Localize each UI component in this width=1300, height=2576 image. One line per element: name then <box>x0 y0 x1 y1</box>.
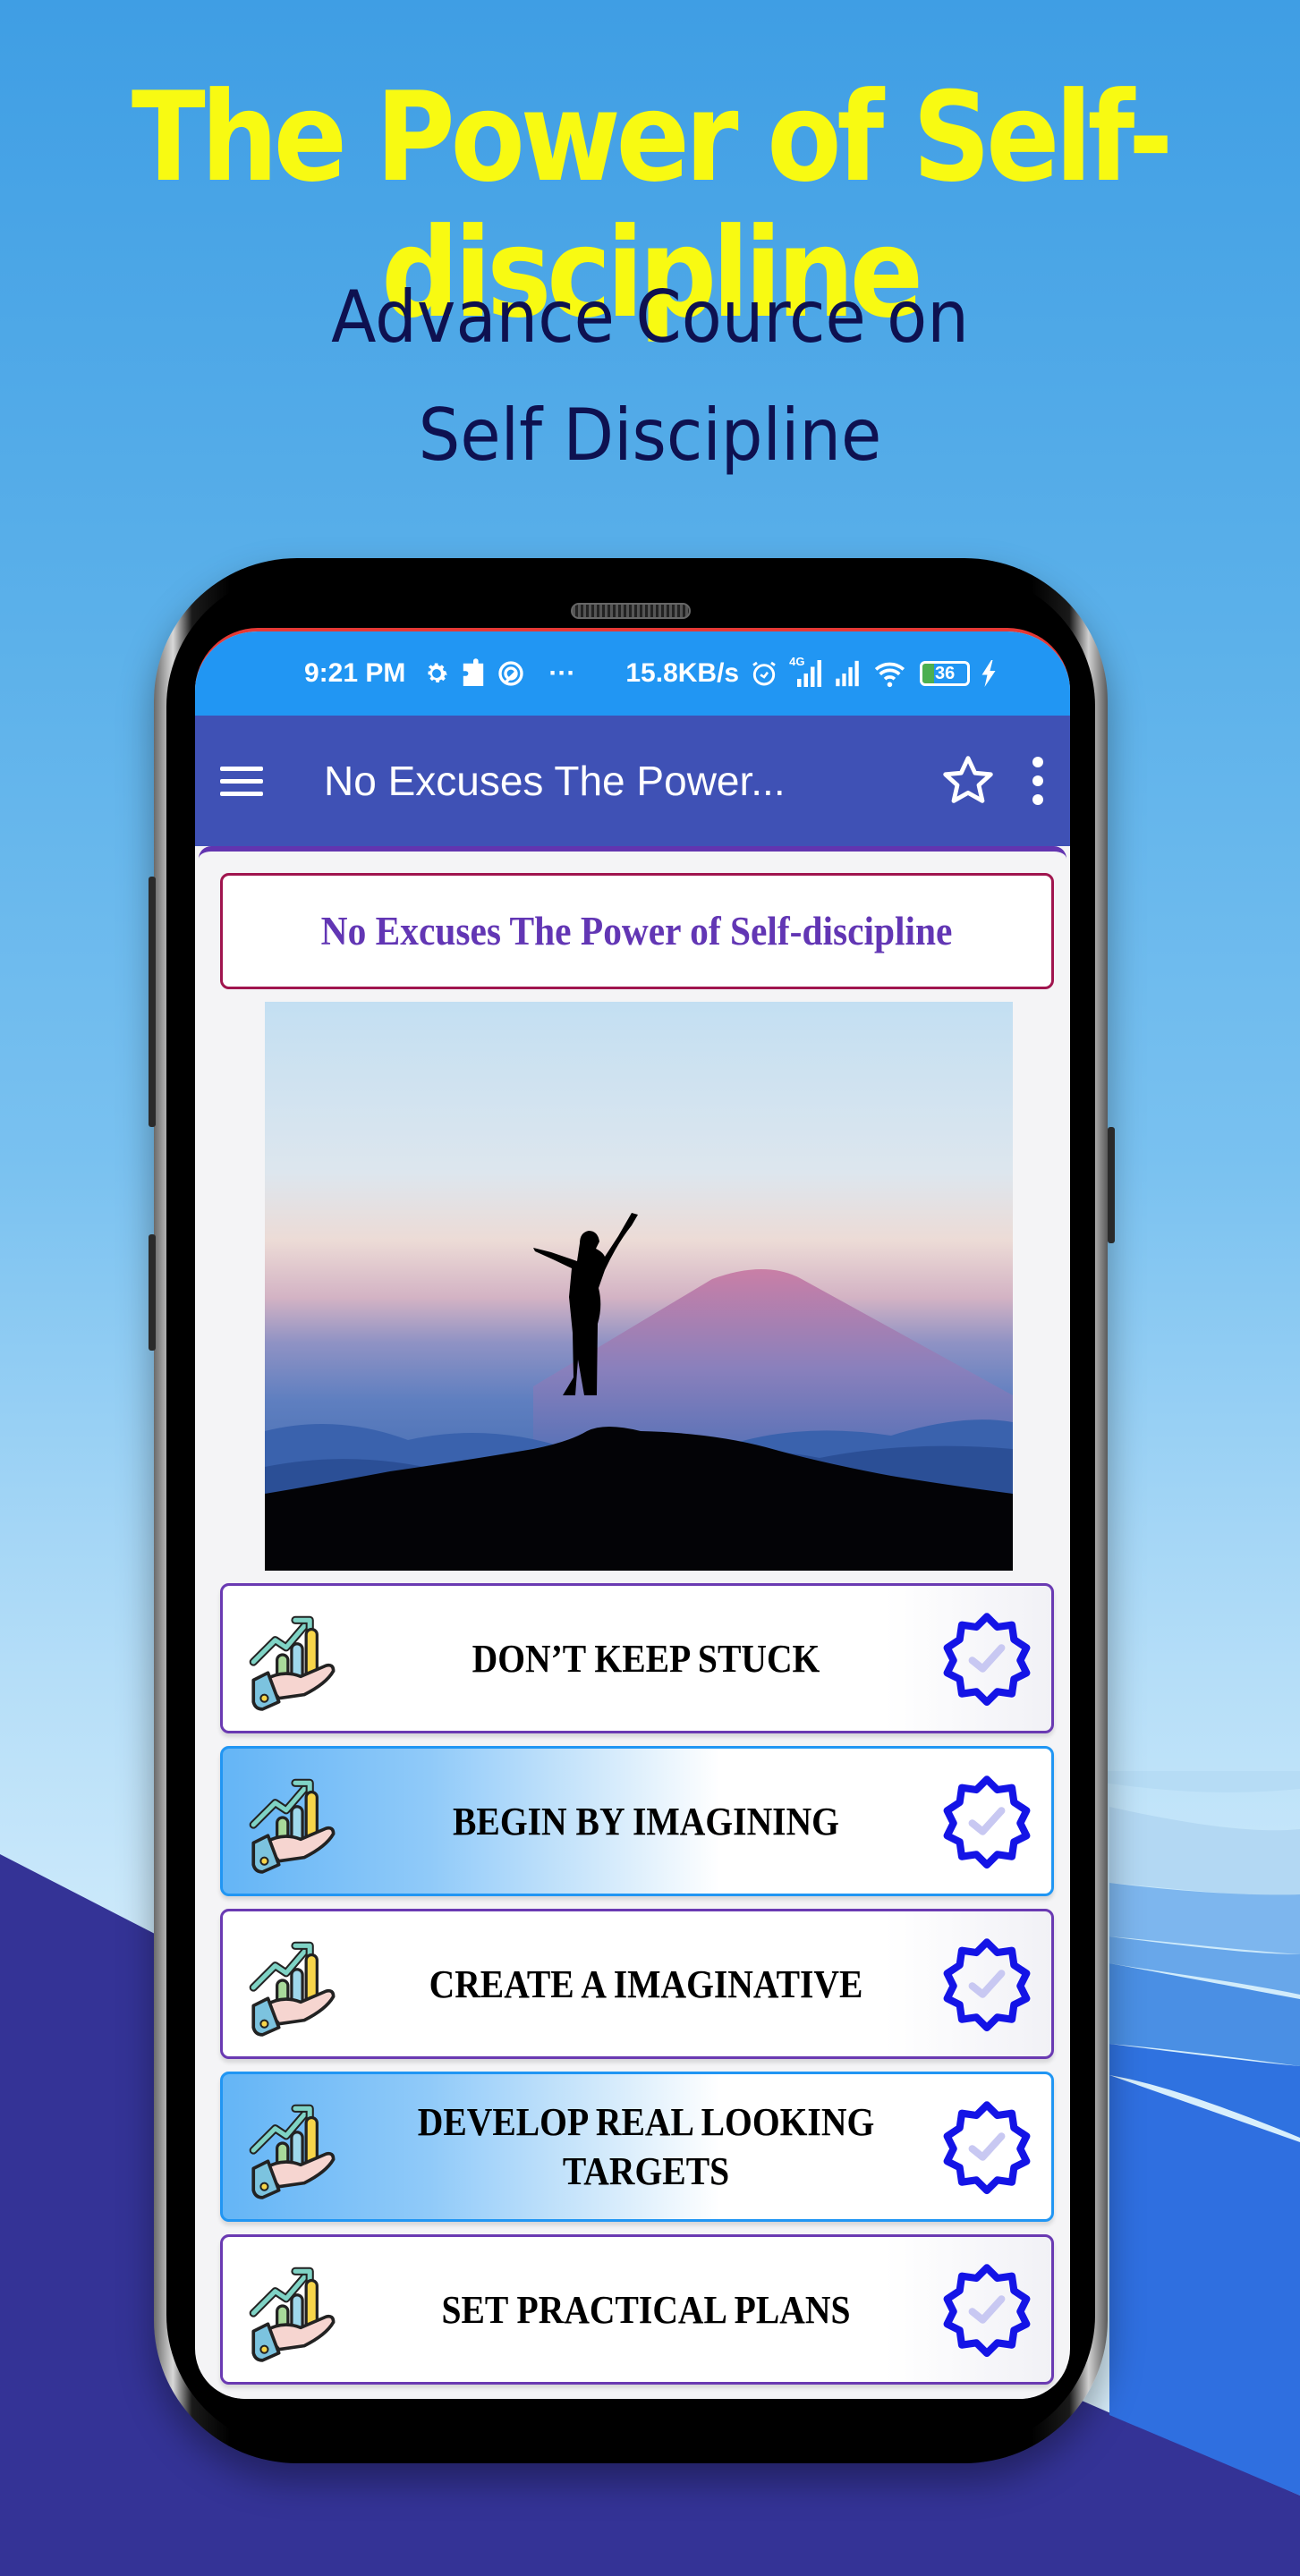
chapter-title: DEVELOP REAL LOOKING TARGETS <box>417 2100 875 2193</box>
hamburger-icon[interactable] <box>220 750 283 812</box>
earpiece-speaker <box>571 603 691 619</box>
verified-badge-icon <box>943 1613 1031 1707</box>
promo-subtitle-line2: Self Discipline <box>418 394 882 477</box>
status-time: 9:21 PM <box>304 658 406 688</box>
chapter-card-1[interactable]: DON’T KEEP STUCK <box>220 1583 1054 1733</box>
network-type: 4G <box>789 655 805 668</box>
growth-chart-hand-icon <box>249 1615 336 1711</box>
signal-icon <box>832 658 862 689</box>
chapter-title: BEGIN BY IMAGINING <box>453 1799 839 1843</box>
content-area: No Excuses The Power of Self-discipline <box>199 846 1066 2399</box>
alarm-icon <box>750 658 778 689</box>
verified-badge-icon <box>943 2264 1031 2358</box>
wifi-icon <box>873 658 909 689</box>
chapter-title: CREATE A IMAGINATIVE <box>429 1962 863 2006</box>
chapter-card-5[interactable]: SET PRACTICAL PLANS <box>220 2234 1054 2385</box>
volume-button <box>149 877 156 1127</box>
charging-icon <box>981 658 997 689</box>
page-heading: No Excuses The Power of Self-discipline <box>321 909 953 953</box>
chapter-card-2[interactable]: BEGIN BY IMAGINING <box>220 1746 1054 1896</box>
verified-badge-icon <box>943 2101 1031 2195</box>
puzzle-icon <box>461 658 486 689</box>
chapter-title: SET PRACTICAL PLANS <box>441 2287 851 2332</box>
more-dots-icon: ··· <box>548 658 576 688</box>
network-speed: 15.8KB/s <box>625 658 740 688</box>
chapter-card-3[interactable]: CREATE A IMAGINATIVE <box>220 1909 1054 2059</box>
battery-icon: 36 <box>920 661 971 686</box>
star-icon[interactable] <box>939 752 997 809</box>
growth-chart-hand-icon <box>249 1941 336 2037</box>
gear-icon <box>423 658 450 689</box>
verified-badge-icon <box>943 1775 1031 1869</box>
verified-badge-icon <box>943 1938 1031 2032</box>
toolbar-title: No Excuses The Power... <box>324 758 786 804</box>
growth-chart-hand-icon <box>249 2104 336 2199</box>
status-bar: 9:21 PM ··· 15.8KB/s 4G 36 <box>195 631 1070 716</box>
growth-chart-hand-icon <box>249 1778 336 1874</box>
phone-screen: 9:21 PM ··· 15.8KB/s 4G 36 No Excuses Th… <box>195 628 1070 2399</box>
signal-4g-icon: 4G <box>789 655 822 689</box>
app-toolbar: No Excuses The Power... <box>195 716 1070 846</box>
chapter-card-4[interactable]: DEVELOP REAL LOOKING TARGETS <box>220 2072 1054 2222</box>
hero-image <box>265 1002 1013 1571</box>
kebab-menu-icon[interactable] <box>1031 757 1045 805</box>
chapter-title: DON’T KEEP STUCK <box>472 1636 820 1681</box>
page-heading-box: No Excuses The Power of Self-discipline <box>220 873 1054 989</box>
sync-icon <box>497 658 525 689</box>
promo-subtitle-line1: Advance Cource on <box>331 275 969 359</box>
growth-chart-hand-icon <box>249 2267 336 2362</box>
power-button <box>1108 1127 1115 1243</box>
battery-level: 36 <box>935 663 956 683</box>
side-button <box>149 1234 156 1351</box>
chapter-list: DON’T KEEP STUCK BEGIN BY IMAGINING CREA… <box>220 1583 1054 2397</box>
